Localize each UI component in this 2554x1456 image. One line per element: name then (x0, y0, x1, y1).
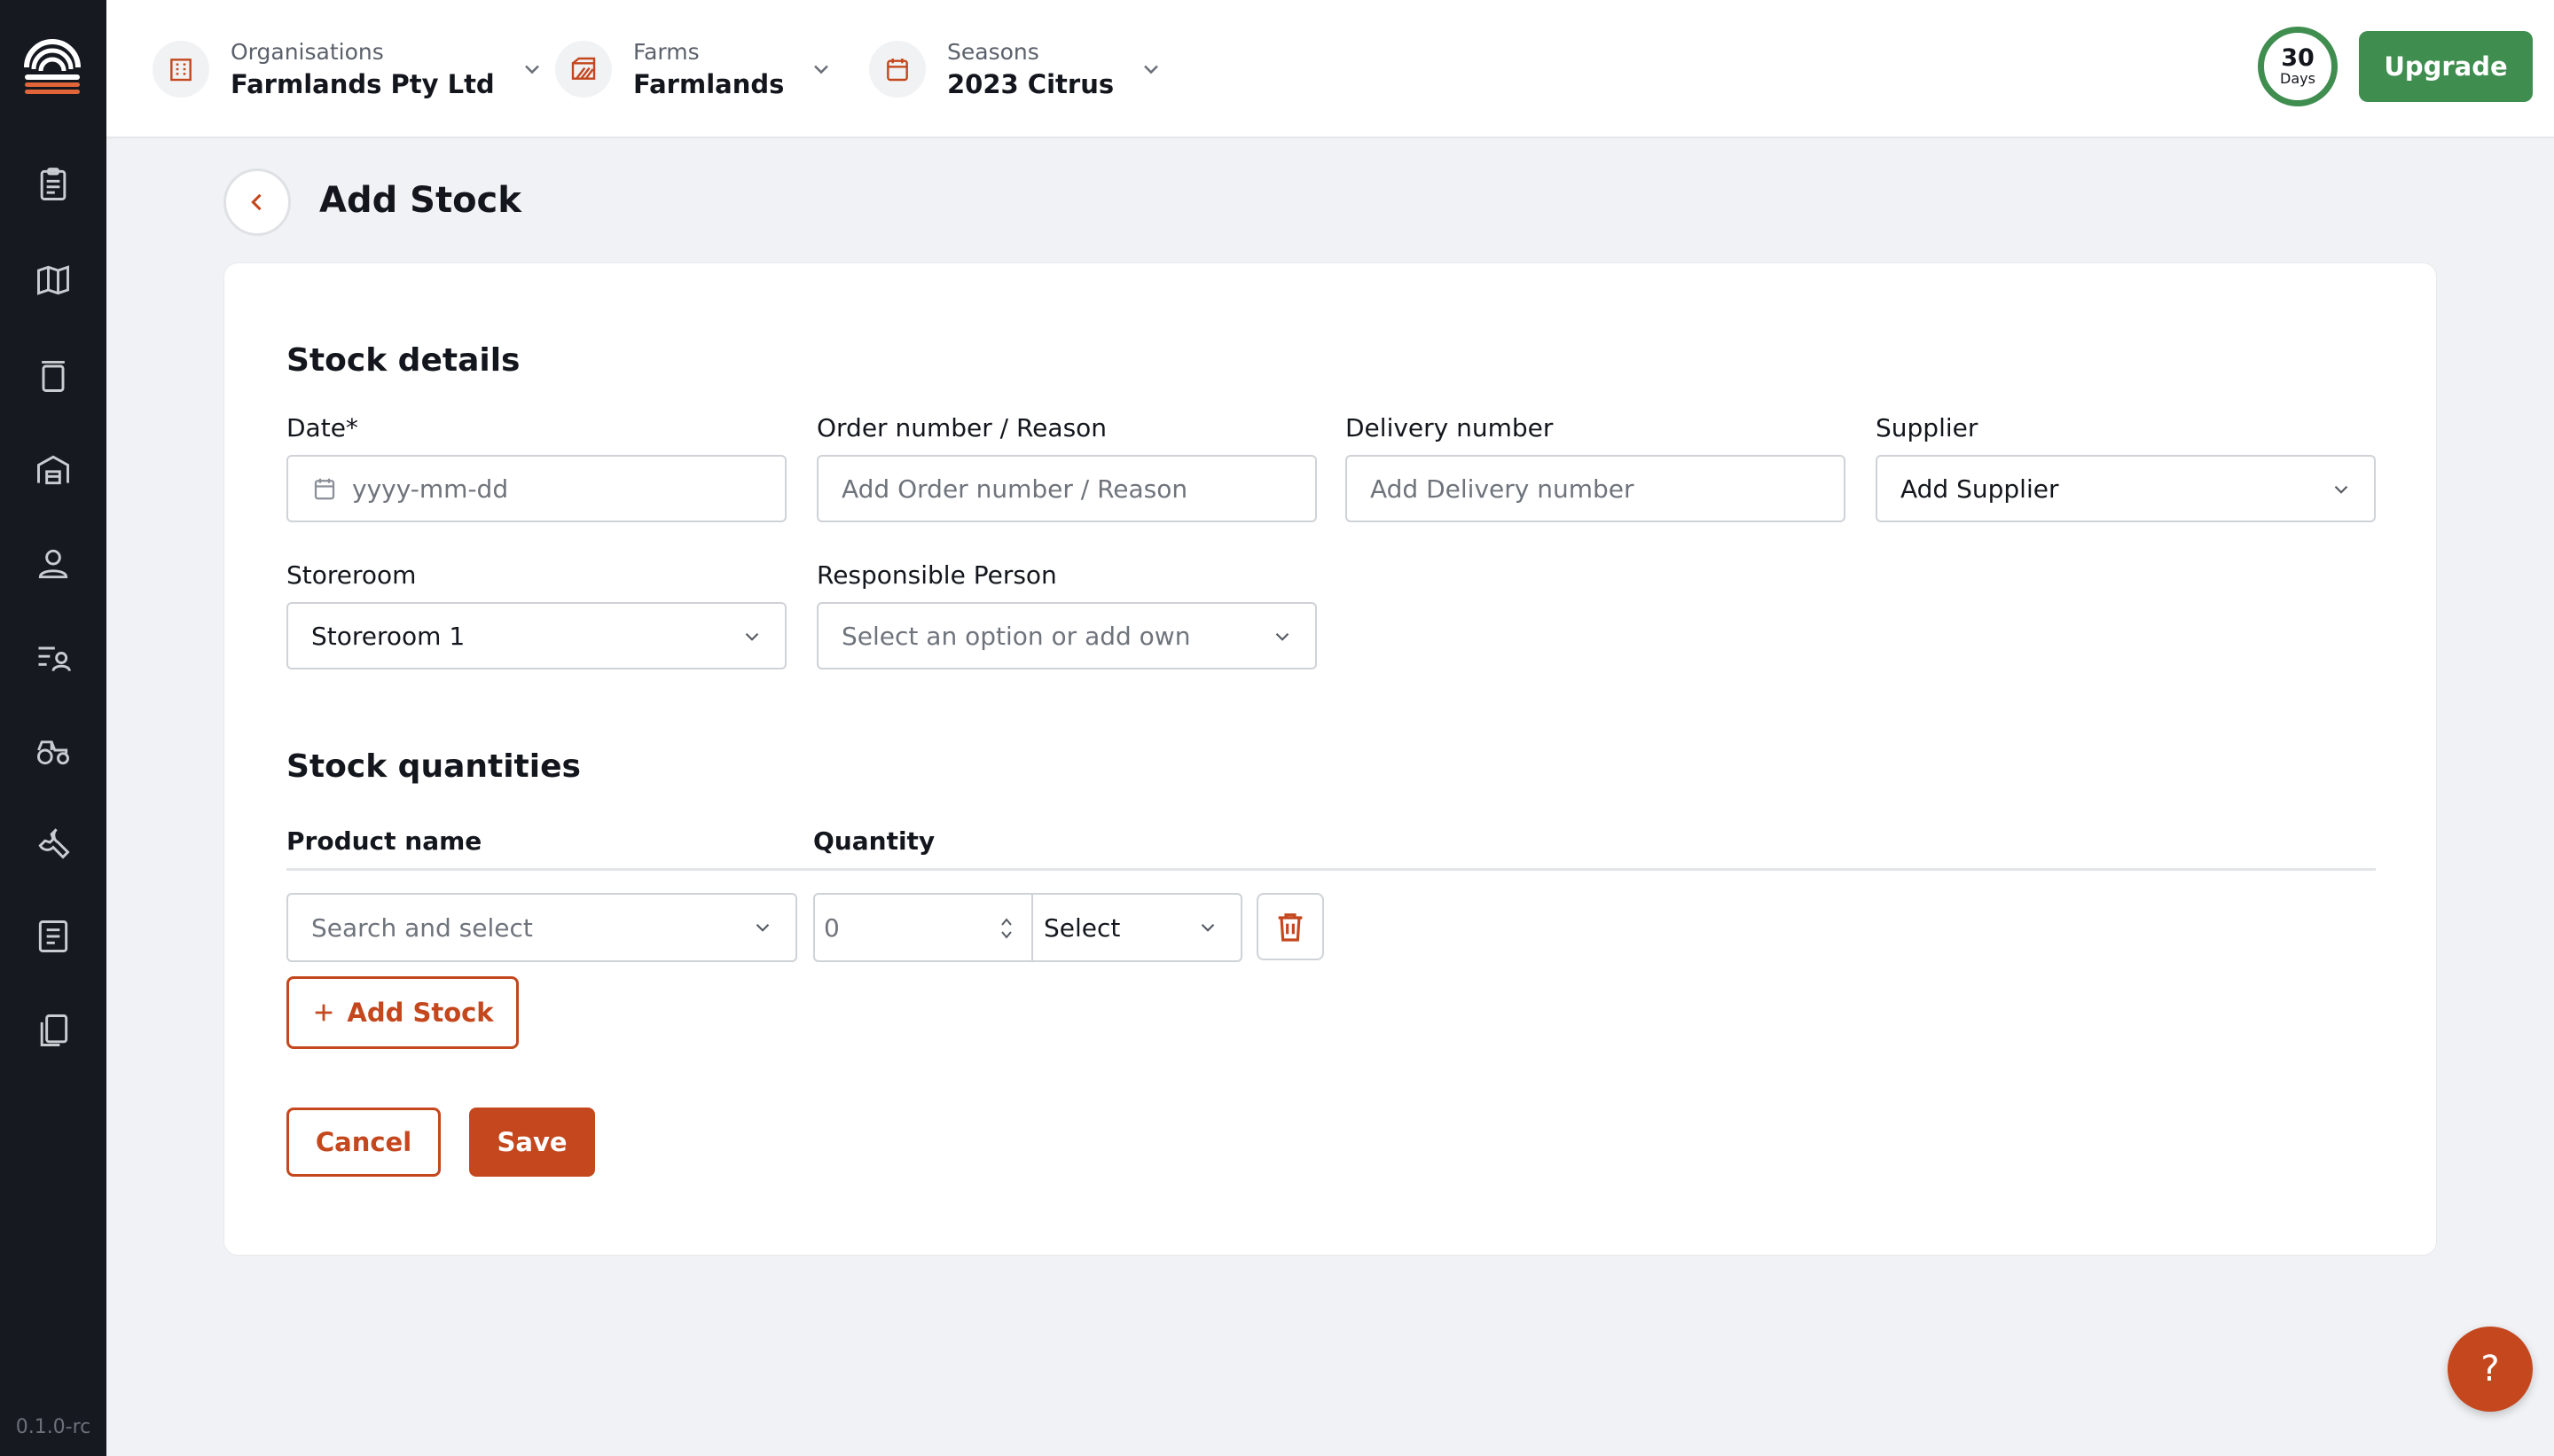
map-icon (37, 265, 69, 295)
sidebar-item-maintenance[interactable] (32, 821, 74, 864)
plus-icon (316, 1004, 333, 1022)
chevron-down-icon (745, 632, 759, 641)
stock-quantities-title: Stock quantities (286, 748, 581, 785)
quantity-input[interactable]: 0 (815, 895, 1033, 960)
cancel-button[interactable]: Cancel (286, 1108, 441, 1177)
quantity-column-header: Quantity (813, 826, 936, 856)
chevron-down-icon (524, 65, 539, 74)
season-label: Seasons (947, 39, 1039, 65)
unit-value: Select (1044, 912, 1121, 943)
chevron-down-icon (1144, 65, 1159, 74)
trial-days-badge: 30 Days (2258, 27, 2338, 106)
table-divider (286, 868, 2376, 871)
responsible-person-label: Responsible Person (817, 560, 1057, 590)
sidebar-item-library[interactable] (32, 1009, 74, 1052)
help-button[interactable]: ? (2448, 1327, 2533, 1412)
user-icon (38, 549, 68, 579)
farm-selector[interactable]: Farms Farmlands (555, 34, 834, 105)
warehouse-icon (37, 455, 69, 485)
document-icon (38, 920, 68, 952)
trial-days-label: Days (2280, 70, 2315, 87)
sidebar-item-reports[interactable] (32, 163, 74, 206)
calendar-icon (314, 478, 335, 500)
stock-details-title: Stock details (286, 342, 521, 379)
delivery-number-label: Delivery number (1345, 413, 1554, 442)
chevron-down-icon (814, 65, 829, 74)
sidebar-item-bins[interactable] (32, 355, 74, 397)
sidebar-item-storerooms[interactable] (32, 449, 74, 491)
storeroom-label: Storeroom (286, 560, 417, 590)
top-bar: Organisations Farmlands Pty Ltd Farms Fa… (106, 0, 2554, 138)
date-input[interactable]: yyyy-mm-dd (286, 455, 787, 522)
order-number-input[interactable]: Add Order number / Reason (817, 455, 1317, 522)
chevron-down-icon (756, 923, 770, 932)
page-title: Add Stock (319, 180, 521, 221)
organisation-label: Organisations (231, 39, 384, 65)
building-icon (153, 41, 209, 98)
upgrade-button[interactable]: Upgrade (2359, 31, 2533, 102)
field-icon (555, 41, 612, 98)
product-placeholder: Search and select (311, 912, 533, 943)
product-select[interactable]: Search and select (286, 893, 797, 962)
sidebar-item-maps[interactable] (32, 259, 74, 301)
chevron-down-icon (1275, 632, 1289, 641)
organisation-selector[interactable]: Organisations Farmlands Pty Ltd (153, 34, 544, 105)
season-value: 2023 Citrus (947, 69, 1115, 99)
add-stock-form: Stock details Date* yyyy-mm-dd Order num… (223, 262, 2437, 1256)
sidebar-item-staff[interactable] (32, 543, 74, 585)
save-button[interactable]: Save (469, 1108, 595, 1177)
chevron-left-icon (251, 193, 262, 211)
farm-value: Farmlands (633, 69, 785, 99)
order-number-label: Order number / Reason (817, 413, 1108, 442)
copy-icon (40, 1014, 68, 1046)
back-button[interactable] (223, 168, 291, 236)
delivery-number-placeholder: Add Delivery number (1370, 474, 1634, 504)
organisation-value: Farmlands Pty Ltd (231, 69, 495, 99)
sidebar-item-records[interactable] (32, 915, 74, 958)
add-stock-button[interactable]: Add Stock (286, 976, 519, 1049)
delivery-number-input[interactable]: Add Delivery number (1345, 455, 1845, 522)
supplier-select[interactable]: Add Supplier (1876, 455, 2376, 522)
supplier-value: Add Supplier (1900, 474, 2059, 504)
quantity-group: 0 Select (813, 893, 1242, 962)
season-selector[interactable]: Seasons 2023 Citrus (869, 34, 1163, 105)
order-number-placeholder: Add Order number / Reason (842, 474, 1188, 504)
date-label: Date* (286, 413, 358, 442)
delete-row-button[interactable] (1257, 893, 1324, 960)
responsible-person-placeholder: Select an option or add own (842, 621, 1191, 651)
quantity-value: 0 (824, 912, 840, 943)
storeroom-value: Storeroom 1 (311, 621, 466, 651)
date-placeholder: yyyy-mm-dd (352, 474, 509, 504)
trash-icon (1278, 913, 1303, 942)
chevron-down-icon (1201, 923, 1215, 932)
stepper-icon[interactable] (998, 911, 1015, 946)
bin-icon (42, 360, 65, 392)
sidebar-item-machinery[interactable] (32, 729, 74, 771)
app-version: 0.1.0-rc (15, 1416, 91, 1438)
wrench-icon (38, 828, 70, 859)
chevron-down-icon (2334, 485, 2348, 494)
tractor-icon (37, 740, 69, 765)
unit-select[interactable]: Select (1033, 895, 1241, 960)
product-name-column-header: Product name (286, 826, 482, 856)
sidebar: 0.1.0-rc (0, 0, 106, 1456)
storeroom-select[interactable]: Storeroom 1 (286, 602, 787, 669)
clipboard-icon (40, 168, 67, 200)
calendar-icon (869, 41, 926, 98)
farm-label: Farms (633, 39, 700, 65)
sidebar-item-teams[interactable] (32, 637, 74, 679)
user-list-icon (38, 646, 71, 672)
responsible-person-select[interactable]: Select an option or add own (817, 602, 1317, 669)
supplier-label: Supplier (1876, 413, 1978, 442)
add-stock-label: Add Stock (347, 998, 494, 1028)
app-logo[interactable] (21, 35, 83, 98)
trial-days-number: 30 (2281, 44, 2315, 72)
